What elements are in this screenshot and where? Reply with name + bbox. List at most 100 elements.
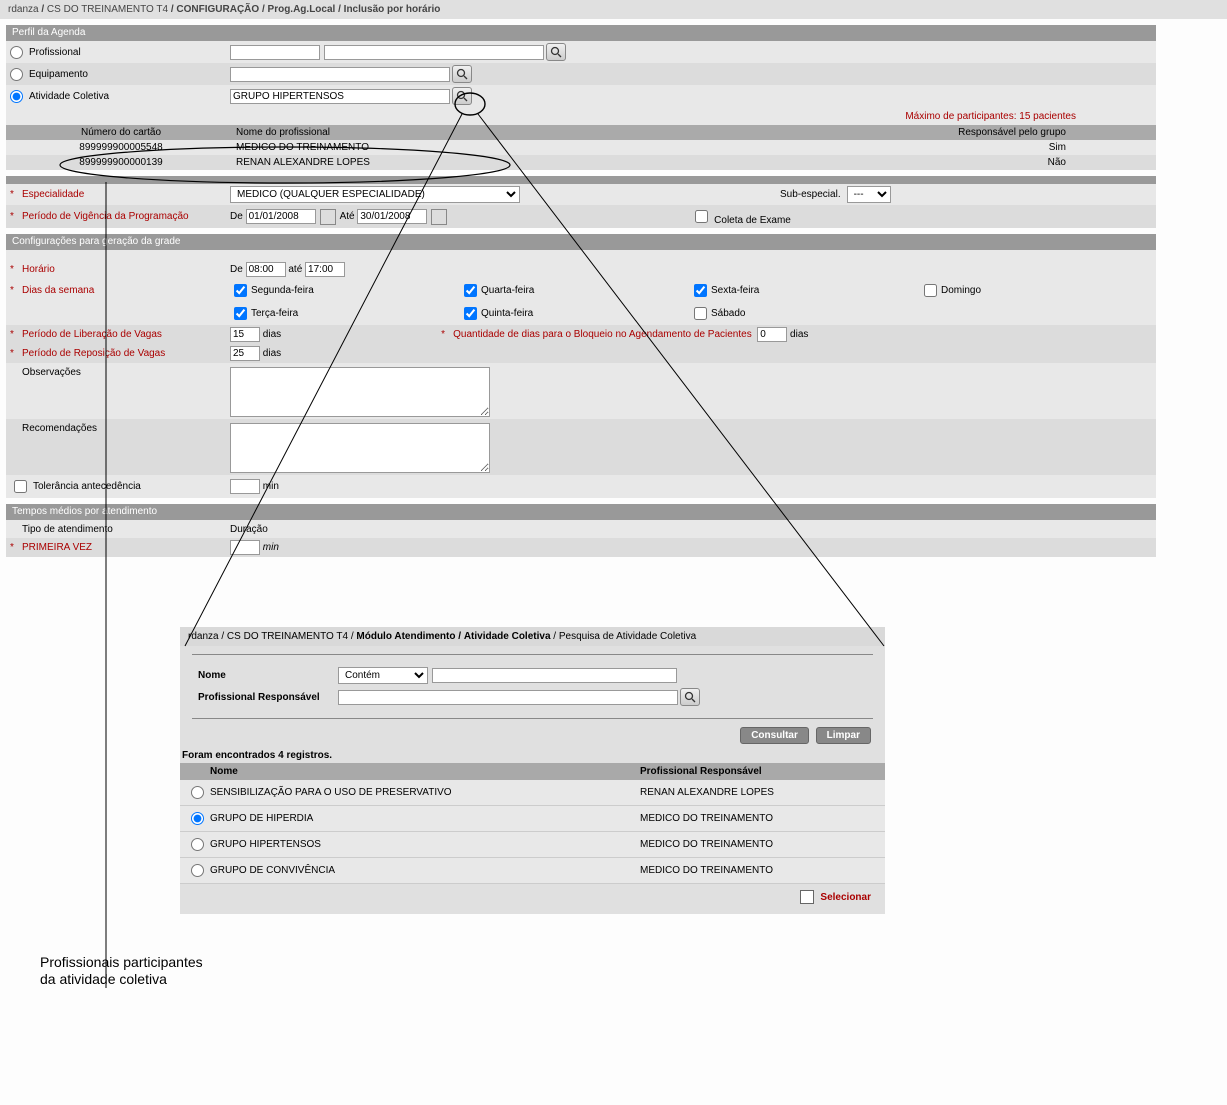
check-qua[interactable] bbox=[464, 284, 477, 297]
result-row[interactable]: GRUPO DE HIPERDIAMEDICO DO TREINAMENTO bbox=[180, 806, 885, 832]
label-rec: Recomendações bbox=[22, 423, 97, 434]
atividade-input[interactable] bbox=[230, 89, 450, 104]
result-nome: GRUPO HIPERTENSOS bbox=[210, 839, 640, 850]
bc-part: CONFIGURAÇÃO bbox=[176, 4, 259, 15]
result-radio[interactable] bbox=[191, 864, 204, 877]
selecionar-button[interactable]: Selecionar bbox=[820, 892, 871, 903]
calendar-icon[interactable] bbox=[320, 209, 336, 225]
check-ter[interactable] bbox=[234, 307, 247, 320]
result-prof: MEDICO DO TREINAMENTO bbox=[640, 865, 879, 876]
td-card: 899999900005548 bbox=[6, 142, 236, 153]
label-periodo-vig: Período de Vigência da Programação bbox=[22, 211, 189, 222]
d-dom: Domingo bbox=[941, 285, 981, 296]
bloq-input[interactable] bbox=[757, 327, 787, 342]
bc-part: Inclusão por horário bbox=[344, 4, 441, 15]
tol-checkbox[interactable] bbox=[14, 480, 27, 493]
lib-input[interactable] bbox=[230, 327, 260, 342]
data-ate-input[interactable] bbox=[357, 209, 427, 224]
check-sex[interactable] bbox=[694, 284, 707, 297]
check-qui[interactable] bbox=[464, 307, 477, 320]
bc-part: Prog.Ag.Local bbox=[268, 4, 336, 15]
bc-part: rdanza bbox=[8, 4, 39, 15]
profissional-code-input[interactable] bbox=[230, 45, 320, 60]
label-atividade: Atividade Coletiva bbox=[29, 91, 109, 102]
label-bloq: Quantidade de dias para o Bloqueio no Ag… bbox=[453, 329, 752, 340]
search-profissional-icon[interactable] bbox=[546, 43, 566, 61]
annot-l2: da atividade coletiva bbox=[40, 971, 1227, 988]
section-divider bbox=[6, 176, 1156, 184]
tol-input[interactable] bbox=[230, 479, 260, 494]
results-header: Nome Profissional Responsável bbox=[180, 763, 885, 780]
txt-min: min bbox=[263, 481, 279, 492]
label-tipo: Tipo de atendimento bbox=[22, 524, 113, 535]
annot-l1: Profissionais participantes bbox=[40, 954, 1227, 971]
section-perfil: Perfil da Agenda bbox=[6, 25, 1156, 41]
doc-icon bbox=[800, 890, 814, 904]
check-sab[interactable] bbox=[694, 307, 707, 320]
prof-table-header: Número do cartão Nome do profissional Re… bbox=[6, 125, 1156, 140]
result-radio[interactable] bbox=[191, 812, 204, 825]
txt-dias: dias bbox=[263, 329, 281, 340]
consultar-button[interactable]: Consultar bbox=[740, 727, 809, 744]
check-dom[interactable] bbox=[924, 284, 937, 297]
profissional-name-input[interactable] bbox=[324, 45, 544, 60]
check-seg[interactable] bbox=[234, 284, 247, 297]
nome-input[interactable] bbox=[432, 668, 677, 683]
bc: Atividade Coletiva bbox=[464, 631, 551, 642]
result-row[interactable]: GRUPO DE CONVIVÊNCIAMEDICO DO TREINAMENT… bbox=[180, 858, 885, 884]
hora-de-input[interactable] bbox=[246, 262, 286, 277]
limpar-button[interactable]: Limpar bbox=[816, 727, 871, 744]
txt-de: De bbox=[230, 211, 243, 222]
th-name: Nome do profissional bbox=[236, 127, 636, 138]
bc-part: CS DO TREINAMENTO T4 bbox=[47, 4, 168, 15]
calendar-icon[interactable] bbox=[431, 209, 447, 225]
section-grade: Configurações para geração da grade bbox=[6, 234, 1156, 250]
popup-breadcrumb: rdanza / CS DO TREINAMENTO T4 / Módulo A… bbox=[180, 627, 885, 646]
prof-resp-input[interactable] bbox=[338, 690, 678, 705]
result-row[interactable]: SENSIBILIZAÇÃO PARA O USO DE PRESERVATIV… bbox=[180, 780, 885, 806]
prim-dur-input[interactable] bbox=[230, 540, 260, 555]
equipamento-input[interactable] bbox=[230, 67, 450, 82]
search-equipamento-icon[interactable] bbox=[452, 65, 472, 83]
td-resp: Sim bbox=[636, 142, 1146, 153]
rec-textarea[interactable] bbox=[230, 423, 490, 473]
d-qua: Quarta-feira bbox=[481, 285, 534, 296]
search-atividade-icon[interactable] bbox=[452, 87, 472, 105]
result-radio[interactable] bbox=[191, 786, 204, 799]
breadcrumb-top: rdanza / CS DO TREINAMENTO T4 / CONFIGUR… bbox=[0, 0, 1227, 19]
rh-prof: Profissional Responsável bbox=[640, 766, 879, 777]
hora-ate-input[interactable] bbox=[305, 262, 345, 277]
table-row: 899999900000139 RENAN ALEXANDRE LOPES Nã… bbox=[6, 155, 1156, 170]
obs-textarea[interactable] bbox=[230, 367, 490, 417]
th-resp: Responsável pelo grupo bbox=[636, 127, 1146, 138]
bc: Pesquisa de Atividade Coletiva bbox=[559, 631, 696, 642]
max-participantes: Máximo de participantes: 15 pacientes bbox=[905, 111, 1076, 122]
data-de-input[interactable] bbox=[246, 209, 316, 224]
label-tol: Tolerância antecedência bbox=[33, 481, 141, 492]
d-qui: Quinta-feira bbox=[481, 308, 533, 319]
h-ate: até bbox=[288, 264, 302, 275]
label-prof-resp: Profissional Responsável bbox=[198, 692, 338, 703]
th-card: Número do cartão bbox=[6, 127, 236, 138]
table-row: 899999900005548 MEDICO DO TREINAMENTO Si… bbox=[6, 140, 1156, 155]
especialidade-select[interactable]: MEDICO (QUALQUER ESPECIALIDADE) bbox=[230, 186, 520, 203]
result-prof: MEDICO DO TREINAMENTO bbox=[640, 839, 879, 850]
radio-equipamento[interactable] bbox=[10, 68, 23, 81]
label-equipamento: Equipamento bbox=[29, 69, 88, 80]
search-prof-resp-icon[interactable] bbox=[680, 688, 700, 706]
bc: Módulo Atendimento bbox=[356, 631, 455, 642]
subespecial-select[interactable]: --- bbox=[847, 186, 891, 203]
coleta-checkbox[interactable] bbox=[695, 210, 708, 223]
d-ter: Terça-feira bbox=[251, 308, 298, 319]
nome-op-select[interactable]: Contém bbox=[338, 667, 428, 684]
result-row[interactable]: GRUPO HIPERTENSOSMEDICO DO TREINAMENTO bbox=[180, 832, 885, 858]
radio-profissional[interactable] bbox=[10, 46, 23, 59]
td-resp: Não bbox=[636, 157, 1146, 168]
repo-input[interactable] bbox=[230, 346, 260, 361]
label-subespecial: Sub-especial. bbox=[780, 189, 841, 200]
result-radio[interactable] bbox=[191, 838, 204, 851]
txt-dias2: dias bbox=[790, 329, 808, 340]
radio-atividade[interactable] bbox=[10, 90, 23, 103]
label-repo: Período de Reposição de Vagas bbox=[22, 348, 165, 359]
bc: CS DO TREINAMENTO T4 bbox=[227, 631, 348, 642]
